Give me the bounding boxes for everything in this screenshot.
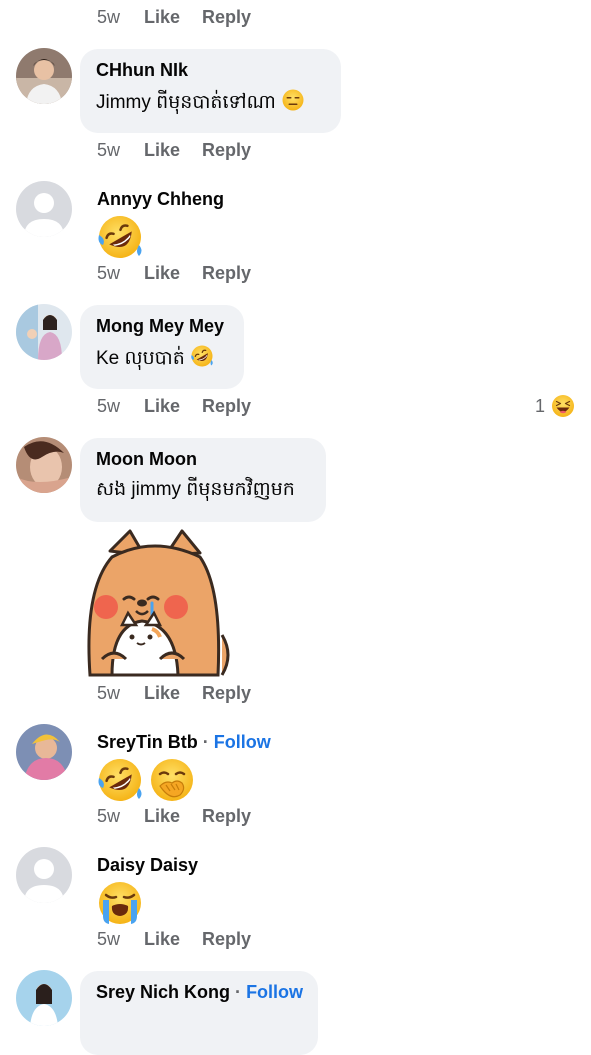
face-with-hand-over-mouth-icon	[148, 756, 196, 804]
default-avatar-icon[interactable]	[16, 847, 72, 903]
comment-text: សង jimmy ពីមុនមកវិញមក	[96, 479, 295, 500]
comment-author[interactable]: CHhun NIk	[96, 59, 325, 81]
loudly-crying-face-icon	[96, 879, 144, 927]
avatar[interactable]	[16, 724, 72, 780]
timestamp: 5w	[97, 263, 121, 283]
comment-text: Jimmy ពីមុនបាត់ទៅណា	[96, 88, 325, 116]
comment-header: SreyTin Btb · Follow	[97, 731, 271, 753]
like-button[interactable]: Like	[144, 140, 180, 161]
reply-button[interactable]: Reply	[202, 396, 251, 417]
like-button[interactable]: Like	[144, 806, 180, 827]
reply-button[interactable]: Reply	[202, 140, 251, 161]
separator: ·	[202, 732, 209, 752]
avatar[interactable]	[16, 304, 72, 360]
reply-button[interactable]: Reply	[202, 806, 251, 827]
shiba-dog-hugging-cat-sticker	[87, 529, 230, 677]
reaction-count: 1	[535, 396, 546, 416]
comment-author[interactable]: Mong Mey Mey	[96, 315, 228, 337]
avatar[interactable]	[16, 48, 72, 104]
like-button[interactable]: Like	[144, 263, 180, 284]
comment-text: Ke លុបបាត់	[96, 344, 228, 372]
like-button[interactable]: Like	[144, 396, 180, 417]
follow-button[interactable]: Follow	[214, 732, 271, 752]
separator: ·	[235, 982, 242, 1002]
timestamp: 5w	[97, 683, 121, 703]
timestamp: 5w	[97, 929, 121, 949]
rolling-on-floor-laughing-icon	[190, 344, 214, 368]
rolling-on-floor-laughing-icon	[96, 213, 144, 261]
timestamp: 5w	[97, 7, 121, 27]
timestamp: 5w	[97, 806, 121, 826]
comment-bubble: Moon Moon សង jimmy ពីមុនមកវិញមក	[80, 438, 326, 522]
avatar[interactable]	[16, 437, 72, 493]
avatar[interactable]	[16, 970, 72, 1026]
comment-author[interactable]: Srey Nich Kong	[96, 982, 230, 1002]
reply-button[interactable]: Reply	[202, 929, 251, 950]
like-button[interactable]: Like	[144, 683, 180, 704]
reply-button[interactable]: Reply	[202, 7, 251, 28]
comment-author[interactable]: Moon Moon	[96, 448, 310, 470]
comment-text-content: Ke លុបបាត់	[96, 348, 185, 369]
follow-button[interactable]: Follow	[246, 982, 303, 1002]
expressionless-face-icon	[281, 88, 305, 112]
comment-author[interactable]: Annyy Chheng	[97, 188, 224, 210]
default-avatar-icon[interactable]	[16, 181, 72, 237]
comment-bubble: CHhun NIk Jimmy ពីមុនបាត់ទៅណា	[80, 49, 341, 133]
timestamp: 5w	[97, 140, 121, 160]
comment-text-content: Jimmy ពីមុនបាត់ទៅណា	[96, 92, 276, 113]
comment-author[interactable]: Daisy Daisy	[97, 854, 198, 876]
like-button[interactable]: Like	[144, 929, 180, 950]
haha-reaction-icon	[551, 394, 575, 418]
like-button[interactable]: Like	[144, 7, 180, 28]
comment-bubble: Mong Mey Mey Ke លុបបាត់	[80, 305, 244, 389]
comment-header: Srey Nich Kong · Follow	[96, 981, 303, 1003]
comment-bubble: Srey Nich Kong · Follow	[80, 971, 318, 1055]
rolling-on-floor-laughing-icon	[96, 756, 144, 804]
timestamp: 5w	[97, 396, 121, 416]
reply-button[interactable]: Reply	[202, 263, 251, 284]
reply-button[interactable]: Reply	[202, 683, 251, 704]
comment-author[interactable]: SreyTin Btb	[97, 732, 198, 752]
